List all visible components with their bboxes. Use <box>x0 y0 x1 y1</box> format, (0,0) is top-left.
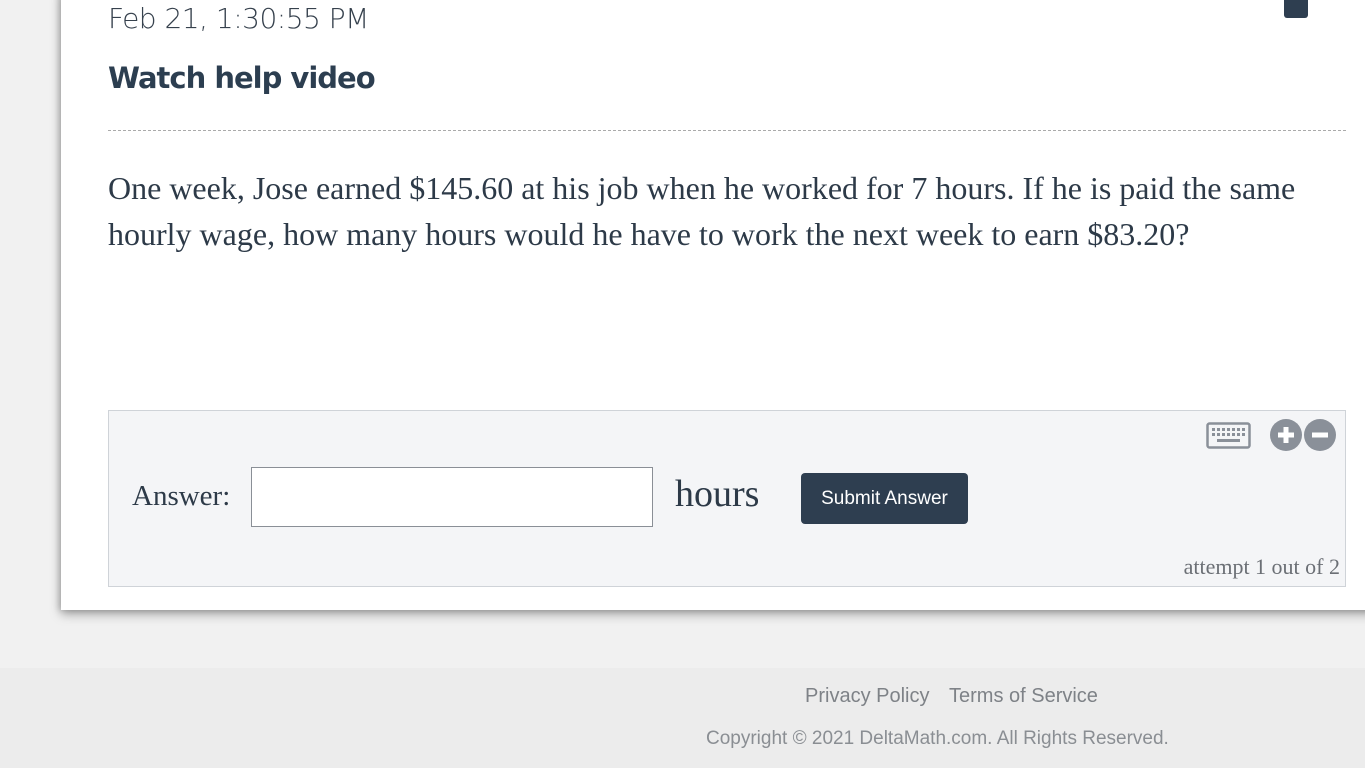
question-text: One week, Jose earned $145.60 at his job… <box>108 170 1296 252</box>
privacy-policy-link[interactable]: Privacy Policy <box>805 685 929 708</box>
timestamp: Feb 21, 1:30:55 PM <box>108 2 369 35</box>
zoom-out-icon[interactable] <box>1304 419 1336 451</box>
corner-tab[interactable] <box>1284 0 1308 18</box>
zoom-in-icon[interactable] <box>1270 419 1302 451</box>
terms-of-service-link[interactable]: Terms of Service <box>949 685 1098 708</box>
submit-answer-button[interactable]: Submit Answer <box>801 473 968 524</box>
answer-label: Answer: <box>132 480 231 512</box>
answer-input[interactable] <box>251 467 653 527</box>
watch-help-video-link[interactable]: Watch help video <box>108 61 376 95</box>
copyright-text: Copyright © 2021 DeltaMath.com. All Righ… <box>706 728 1169 749</box>
unit-label: hours <box>675 473 760 515</box>
footer-band <box>0 668 1365 768</box>
divider <box>108 130 1346 131</box>
keyboard-icon[interactable] <box>1206 422 1251 449</box>
attempt-counter: attempt 1 out of 2 <box>1183 554 1340 579</box>
